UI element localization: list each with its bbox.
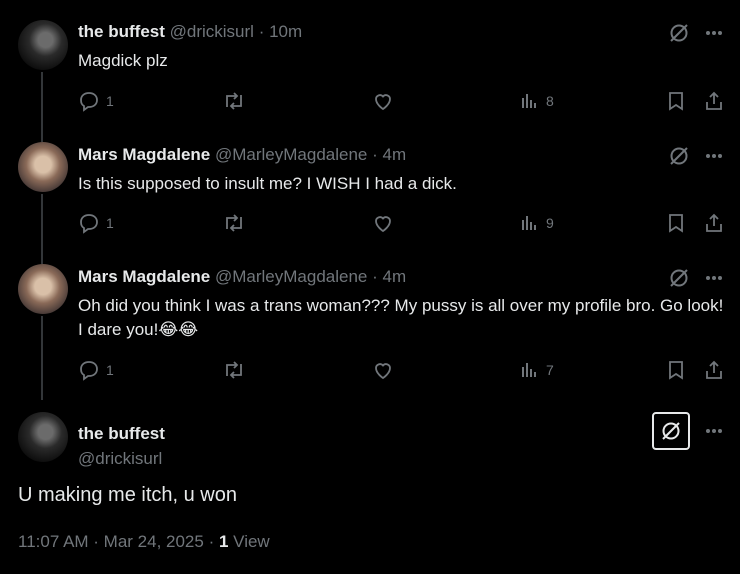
author-name[interactable]: the buffest	[78, 424, 165, 444]
views-button[interactable]: 8	[520, 90, 554, 112]
like-button[interactable]	[372, 212, 394, 234]
author-handle[interactable]: @drickisurl	[78, 449, 162, 469]
views-icon	[522, 363, 536, 377]
views-button[interactable]: 9	[520, 212, 554, 234]
tweet-meta: 11:07 AM · Mar 24, 2025 · 1 View	[18, 532, 270, 552]
bookmark-icon	[669, 214, 683, 233]
reply-icon	[80, 361, 98, 381]
share-button[interactable]	[704, 212, 724, 234]
retweet-button[interactable]	[222, 212, 246, 234]
reply-tweet[interactable]: Mars Magdalene @MarleyMagdalene · 4m Oh …	[0, 250, 740, 398]
timestamp[interactable]: 11:07 AM · Mar 24, 2025 ·	[18, 532, 219, 551]
tweet-text: Magdick plz	[78, 51, 168, 70]
like-button[interactable]	[372, 359, 394, 381]
bookmark-button[interactable]	[666, 359, 686, 381]
grok-icon[interactable]	[668, 267, 690, 289]
bookmark-icon	[669, 361, 683, 380]
heart-icon	[375, 363, 391, 380]
retweet-button[interactable]	[222, 90, 246, 112]
grok-icon[interactable]	[668, 22, 690, 44]
reply-icon	[80, 92, 98, 112]
grok-icon[interactable]	[668, 145, 690, 167]
reply-icon	[80, 214, 98, 234]
author-handle[interactable]: @drickisurl	[170, 22, 254, 41]
avatar[interactable]	[18, 412, 68, 462]
bookmark-button[interactable]	[666, 90, 686, 112]
retweet-button[interactable]	[222, 359, 246, 381]
bookmark-button[interactable]	[666, 212, 686, 234]
share-button[interactable]	[704, 90, 724, 112]
reply-count: 1	[106, 362, 114, 378]
like-button[interactable]	[372, 90, 394, 112]
reply-button[interactable]: 1	[78, 212, 114, 234]
views-count: 8	[546, 93, 554, 109]
reply-count: 1	[106, 93, 114, 109]
reply-button[interactable]: 1	[78, 359, 114, 381]
reply-tweet[interactable]: Mars Magdalene @MarleyMagdalene · 4m Is …	[0, 128, 740, 250]
tweet-header: Mars Magdalene @MarleyMagdalene · 4m	[78, 267, 406, 287]
author-name[interactable]: Mars Magdalene	[78, 267, 210, 286]
reply-button[interactable]: 1	[78, 90, 114, 112]
tweet-header: the buffest @drickisurl · 10m	[78, 22, 302, 42]
views-count: 7	[546, 362, 554, 378]
share-icon	[706, 213, 722, 232]
avatar[interactable]	[18, 20, 68, 70]
share-icon	[706, 360, 722, 379]
share-icon	[706, 91, 722, 110]
avatar[interactable]	[18, 142, 68, 192]
reply-tweet[interactable]: the buffest @drickisurl · 10m Magdick pl…	[0, 0, 740, 128]
bookmark-icon	[669, 92, 683, 111]
more-icon[interactable]	[704, 268, 724, 288]
timestamp[interactable]: 4m	[383, 267, 407, 286]
views-count: 9	[546, 215, 554, 231]
separator: ·	[372, 267, 378, 286]
tweet-text: U making me itch, u won	[18, 484, 237, 506]
author-name[interactable]: Mars Magdalene	[78, 145, 210, 164]
avatar[interactable]	[18, 264, 68, 314]
author-handle[interactable]: @MarleyMagdalene	[215, 267, 367, 286]
timestamp[interactable]: 4m	[383, 145, 407, 164]
heart-icon	[375, 94, 391, 111]
tweet-text: Oh did you think I was a trans woman??? …	[78, 296, 724, 339]
more-icon[interactable]	[704, 23, 724, 43]
separator: ·	[258, 22, 265, 41]
heart-icon	[375, 216, 391, 233]
grok-icon[interactable]	[652, 412, 690, 450]
tweet-header: Mars Magdalene @MarleyMagdalene · 4m	[78, 145, 406, 165]
more-icon[interactable]	[704, 421, 724, 441]
retweet-icon	[226, 361, 242, 379]
more-icon[interactable]	[704, 146, 724, 166]
views-label: View	[228, 532, 270, 551]
timestamp[interactable]: 10m	[269, 22, 302, 41]
reply-count: 1	[106, 215, 114, 231]
share-button[interactable]	[704, 359, 724, 381]
views-button[interactable]: 7	[520, 359, 554, 381]
author-name[interactable]: the buffest	[78, 22, 165, 41]
separator: ·	[372, 145, 378, 164]
views-icon	[522, 216, 536, 230]
retweet-icon	[226, 214, 242, 232]
author-handle[interactable]: @MarleyMagdalene	[215, 145, 367, 164]
views-icon	[522, 94, 536, 108]
retweet-icon	[226, 92, 242, 110]
tweet-text: Is this supposed to insult me? I WISH I …	[78, 174, 457, 193]
